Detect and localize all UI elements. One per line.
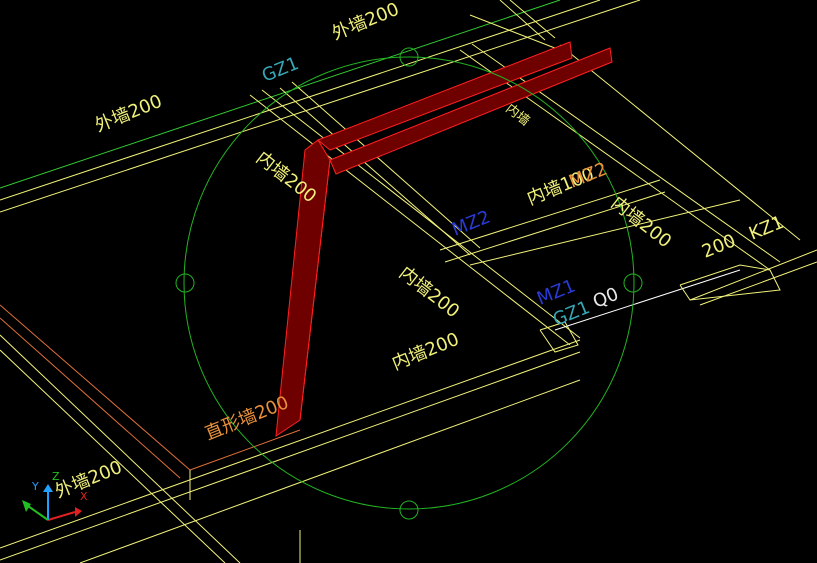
grip-handle-icon[interactable] xyxy=(175,273,195,293)
wall-line xyxy=(469,199,741,266)
ucs-x-axis xyxy=(47,511,76,521)
ucs-z-axis xyxy=(27,505,49,521)
label-inner-wall-mid: 内墙200 xyxy=(389,329,462,375)
label-mz2-orange: MZ2 xyxy=(566,158,610,192)
wall-line xyxy=(509,0,556,39)
wall-line xyxy=(559,44,801,241)
wall-line xyxy=(0,317,181,479)
beam-face-horizontal[interactable] xyxy=(317,41,573,151)
ucs-z-label: Z xyxy=(52,470,60,483)
ucs-z-arrow xyxy=(22,500,31,512)
label-left-wall: 外墙200 xyxy=(92,91,165,137)
label-q100: Q0 xyxy=(590,284,622,313)
selected-beam[interactable] xyxy=(275,41,613,438)
grip-handle-icon[interactable] xyxy=(623,273,643,293)
label-gz1-top: GZ1 xyxy=(259,53,302,87)
wall-line xyxy=(469,14,561,51)
label-right-200: 200 xyxy=(699,230,739,262)
ucs-x-arrow xyxy=(75,507,82,517)
label-bottom-wall: 外墙200 xyxy=(52,457,125,503)
wall-line xyxy=(499,0,546,41)
label-kz1: KZ1 xyxy=(746,212,787,245)
wall-line xyxy=(79,379,581,563)
beam-face-horizontal-2[interactable] xyxy=(329,47,613,175)
ucs-x-label: X xyxy=(80,490,88,503)
ucs-y-label: Y xyxy=(31,480,39,493)
cad-viewport[interactable]: 外墙200 外墙200 GZ1 内墙200 内墙200 内墙200 内墙 内墙1… xyxy=(0,0,817,563)
ucs-y-arrow xyxy=(43,484,53,492)
cad-labels: 外墙200 外墙200 GZ1 内墙200 内墙200 内墙200 内墙 内墙1… xyxy=(52,0,787,503)
grip-handle-icon[interactable] xyxy=(399,500,419,520)
wall-line xyxy=(0,349,226,563)
wall-line xyxy=(0,334,241,563)
label-top-wall: 外墙200 xyxy=(329,0,402,45)
label-inner-wall-right: 内墙200 xyxy=(607,192,675,252)
wall-line xyxy=(0,304,191,471)
label-inner-diag-2: 内墙200 xyxy=(395,262,463,322)
